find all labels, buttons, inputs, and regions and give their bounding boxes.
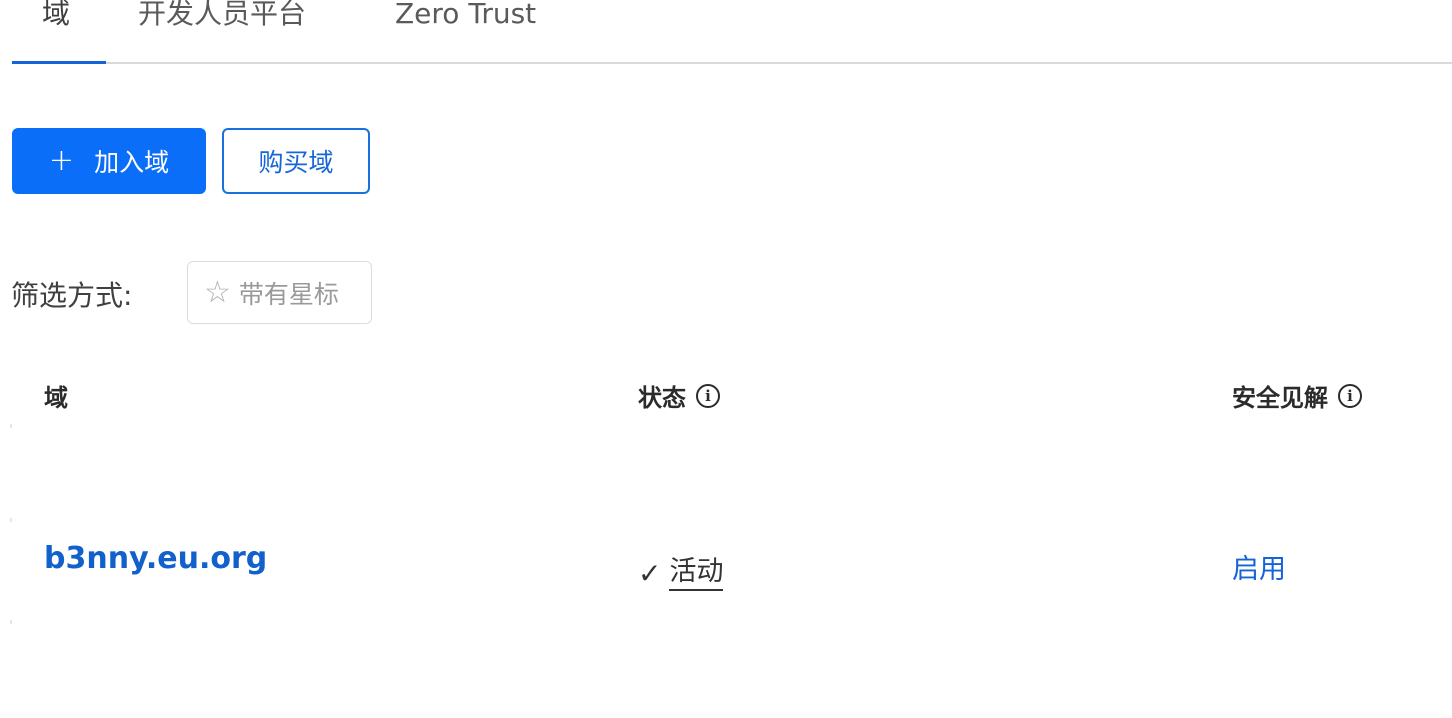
- buy-domain-label: 购买域: [258, 148, 334, 177]
- info-circle-icon[interactable]: i: [1338, 383, 1362, 408]
- top-tabs: 域 开发人员平台 Zero Trust: [12, 0, 1452, 64]
- check-icon: ✓: [638, 556, 662, 590]
- column-header-status: 状态 i: [638, 378, 720, 413]
- add-domain-label: 加入域: [94, 148, 170, 177]
- active-tab-indicator: [12, 61, 106, 64]
- add-domain-button[interactable]: + 加入域: [12, 128, 206, 194]
- column-header-insights: 安全见解 i: [1232, 378, 1362, 413]
- tab-zero-trust[interactable]: Zero Trust: [395, 0, 536, 40]
- buy-domain-button[interactable]: 购买域: [222, 128, 370, 194]
- plus-icon: +: [48, 143, 75, 178]
- column-header-domain-label: 域: [44, 384, 68, 412]
- status-cell: ✓ 活动: [638, 555, 724, 591]
- starred-filter-label: 带有星标: [238, 279, 339, 309]
- info-circle-icon[interactable]: i: [696, 383, 720, 408]
- status-label[interactable]: 活动: [669, 555, 724, 591]
- domain-link[interactable]: b3nny.eu.org: [44, 541, 267, 576]
- row-divider-mark: [10, 620, 12, 624]
- row-divider-mark: [10, 424, 12, 428]
- starred-filter-chip[interactable]: ☆ 带有星标: [187, 261, 372, 324]
- filter-label: 筛选方式:: [11, 279, 133, 312]
- insights-link[interactable]: 启用: [1232, 547, 1286, 586]
- column-header-insights-label: 安全见解: [1232, 384, 1328, 412]
- star-outline-icon: ☆: [204, 274, 231, 310]
- row-divider-mark: [10, 518, 12, 522]
- tab-developer-platform[interactable]: 开发人员平台: [138, 0, 306, 40]
- column-header-domain: 域: [44, 378, 68, 413]
- tab-domains[interactable]: 域: [42, 0, 70, 40]
- domains-page: 域 开发人员平台 Zero Trust + 加入域 购买域 筛选方式: ☆ 带有…: [0, 0, 1452, 718]
- column-header-status-label: 状态: [638, 384, 686, 412]
